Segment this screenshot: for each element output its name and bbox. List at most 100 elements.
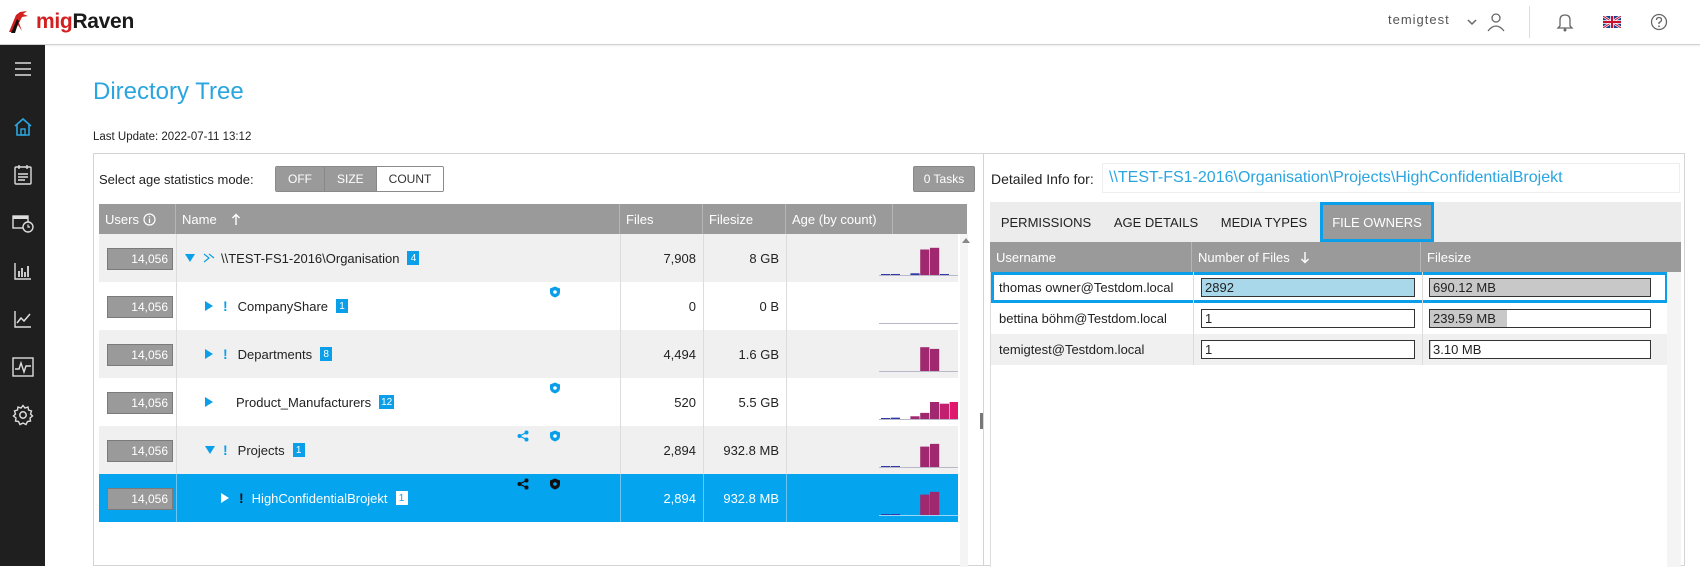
tree-scrollbar[interactable] [960,234,968,567]
owners-scrollbar-header [1667,242,1681,272]
menu-icon[interactable] [0,49,45,89]
folder-name[interactable]: \\TEST-FS1-2016\Organisation [221,251,399,266]
age-sparkline [879,491,958,516]
detail-tabs: PERMISSIONS AGE DETAILS MEDIA TYPES FILE… [990,202,1681,242]
sidebar [0,45,45,566]
uk-flag-icon[interactable] [1600,10,1624,34]
age-bar [890,466,900,467]
shield-icon[interactable] [549,478,561,490]
expand-toggle-icon[interactable] [221,493,229,503]
owner-username: thomas owner@Testdom.local [999,280,1174,295]
owner-row[interactable]: temigtest@Testdom.local 1 3.10 MB [991,334,1668,365]
tree-row[interactable]: 14,056 ! CompanyShare 1 0 0 B [99,282,958,330]
app-logo[interactable]: migRaven [6,6,134,38]
files-value: 2,894 [663,442,696,458]
files-count-value: 1 [1205,311,1213,326]
tab-file-owners[interactable]: FILE OWNERS [1320,202,1434,242]
share-icon[interactable] [517,430,529,442]
scheduled-icon[interactable] [0,203,45,243]
users-count-badge[interactable]: 14,056 [107,392,173,414]
folder-name[interactable]: HighConfidentialBrojekt [252,491,388,506]
last-update: Last Update: 2022-07-11 13:12 [93,131,252,143]
tab-permissions[interactable]: PERMISSIONS [990,202,1102,242]
age-bar [920,446,930,467]
age-bar [881,514,891,515]
folder-name[interactable]: Product_Manufacturers [236,395,371,410]
bar-chart-icon[interactable] [0,251,45,291]
tab-age-details[interactable]: AGE DETAILS [1102,202,1210,242]
age-mode-count-button[interactable]: COUNT [376,167,444,191]
age-mode-off-button[interactable]: OFF [276,167,325,191]
share-icon[interactable] [517,478,529,490]
chevron-down-icon[interactable] [1460,10,1484,34]
files-column-header[interactable]: Files [620,204,703,234]
activity-icon[interactable] [0,347,45,387]
tree-row[interactable]: 14,056 ! Projects 1 2,894 932.8 MB [99,426,958,474]
files-bar: 2892 [1201,278,1415,297]
age-sparkline [879,347,958,372]
folder-count-badge: 4 [407,251,420,265]
help-icon[interactable] [1647,10,1671,34]
expand-toggle-icon[interactable] [205,349,213,359]
folder-name[interactable]: Departments [238,347,312,362]
user-icon[interactable] [1484,10,1508,34]
users-count-badge[interactable]: 14,056 [107,344,173,366]
user-menu[interactable]: temigtest [1388,12,1450,27]
filesize-value: 1.6 GB [738,346,779,362]
home-icon[interactable] [0,107,45,147]
filesize-value: 8 GB [749,250,779,266]
age-sparkline [879,323,958,324]
shield-icon[interactable] [549,430,561,442]
users-count-badge[interactable]: 14,056 [107,440,173,462]
owner-filesize-column-header[interactable]: Filesize [1421,242,1667,272]
tree-row[interactable]: 14,056 Product_Manufacturers 12 520 5.5 … [99,378,958,426]
shield-icon[interactable] [549,382,561,394]
age-sparkline [879,402,958,420]
line-chart-icon[interactable] [0,299,45,339]
sort-descending-icon[interactable] [1300,251,1310,264]
age-bar [890,417,900,419]
tab-media-types[interactable]: MEDIA TYPES [1210,202,1318,242]
age-bar [910,416,920,419]
owners-scrollbar[interactable] [1667,242,1681,567]
tree-body: 14,056 \\TEST-FS1-2016\Organisation 4 7,… [99,234,958,567]
filesize-column-header[interactable]: Filesize [703,204,786,234]
filesize-value: 5.5 GB [738,394,779,410]
bell-icon[interactable] [1553,10,1577,34]
expand-toggle-icon[interactable] [205,446,215,454]
expand-toggle-icon[interactable] [205,301,213,311]
age-mode-label: Select age statistics mode: [99,172,254,187]
tasks-button[interactable]: 0 Tasks [913,166,975,192]
sort-ascending-icon[interactable] [231,213,241,226]
gear-icon[interactable] [0,395,45,435]
report-icon[interactable] [0,155,45,195]
folder-name[interactable]: CompanyShare [238,299,328,314]
users-count-badge[interactable]: 14,056 [107,296,173,318]
expand-toggle-icon[interactable] [185,254,195,262]
age-bar [890,273,900,275]
users-count-badge[interactable]: 14,056 [107,488,173,510]
tree-row[interactable]: 14,056 \\TEST-FS1-2016\Organisation 4 7,… [99,234,958,282]
expand-toggle-icon[interactable] [205,397,213,407]
shield-icon[interactable] [549,286,561,298]
age-column-header[interactable]: Age (by count) [786,204,893,234]
name-column-header[interactable]: Name [176,204,620,234]
folder-count-badge: 1 [336,299,348,313]
owner-row[interactable]: bettina böhm@Testdom.local 1 239.59 MB [991,303,1668,334]
folder-name[interactable]: Projects [238,443,285,458]
age-sparkline [879,443,958,468]
scroll-up-icon[interactable] [962,238,970,243]
username-column-header[interactable]: Username [990,242,1192,272]
files-count-column-header[interactable]: Number of Files [1192,242,1421,272]
name-header-label: Name [182,211,217,227]
age-mode-size-button[interactable]: SIZE [325,167,377,191]
tree-row[interactable]: 14,056 ! Departments 8 4,494 1.6 GB [99,330,958,378]
tree-row-selected[interactable]: 14,056 ! HighConfidentialBrojekt 1 2,894… [99,474,958,522]
age-bar [881,466,891,467]
users-column-header[interactable]: Users [99,204,176,234]
users-count-badge[interactable]: 14,056 [107,248,173,270]
age-bar [949,402,958,419]
size-bar: 3.10 MB [1429,340,1651,359]
owner-row[interactable]: thomas owner@Testdom.local 2892 690.12 M… [991,272,1668,303]
info-icon[interactable] [143,212,156,226]
